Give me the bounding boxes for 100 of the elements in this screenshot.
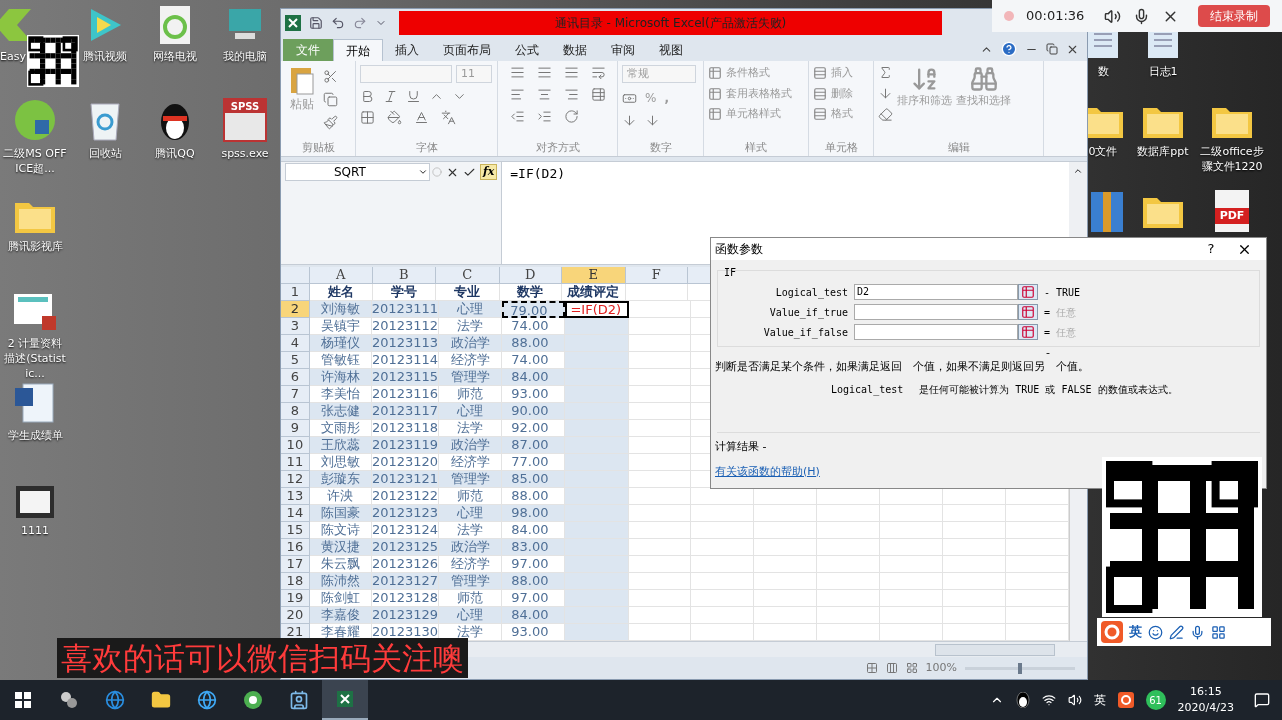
save-icon[interactable]	[309, 16, 323, 30]
page-layout-icon[interactable]	[885, 662, 898, 674]
row-header[interactable]: 15	[281, 522, 310, 539]
row-header[interactable]: 12	[281, 471, 310, 488]
undo-icon[interactable]	[331, 16, 345, 30]
row-header[interactable]: 13	[281, 488, 310, 505]
table-cell: 97.00	[502, 590, 566, 607]
argument-name: Logical_test	[831, 382, 904, 397]
horizontal-scrollbar[interactable]	[935, 643, 1055, 656]
normal-view-icon[interactable]	[865, 662, 878, 674]
page-break-icon[interactable]	[905, 662, 918, 674]
help-button[interactable]: ?	[1196, 239, 1226, 259]
name-box-caret-icon[interactable]	[418, 167, 428, 177]
row-header[interactable]: 18	[281, 573, 310, 590]
emoji-icon[interactable]	[1148, 624, 1163, 640]
row-header[interactable]: 11	[281, 454, 310, 471]
column-header[interactable]: F	[625, 267, 689, 284]
table-cell: 20123121	[371, 471, 440, 488]
column-header[interactable]: A	[310, 267, 373, 284]
desktop-icon-label[interactable]: 网络电视	[153, 49, 197, 64]
argument-field[interactable]: D2	[854, 284, 1018, 300]
network-icon[interactable]	[1041, 693, 1056, 707]
row-header[interactable]: 1	[281, 284, 310, 301]
desktop-icon-label[interactable]: 日志1	[1148, 64, 1178, 79]
desktop-icon-label[interactable]: spss.exe	[221, 146, 269, 161]
row-header[interactable]: 2	[281, 301, 310, 318]
desktop-icon-label[interactable]: 腾讯QQ	[155, 146, 195, 161]
table-cell: 84.00	[502, 607, 566, 624]
taskbar-app[interactable]	[322, 680, 368, 720]
scroll-up-icon[interactable]	[1073, 166, 1083, 176]
desktop-icon-label[interactable]: 学生成绩单	[7, 428, 63, 443]
desktop-icon-label[interactable]: 腾讯影视库	[7, 239, 63, 254]
desktop-icon-label[interactable]: 数	[1097, 64, 1109, 79]
table-cell	[690, 522, 754, 539]
table-cell	[690, 590, 754, 607]
collapse-dialog-icon[interactable]	[1018, 324, 1038, 340]
desktop-icon-label[interactable]: 二级MS OFFICE超...	[3, 146, 67, 176]
row-header[interactable]: 16	[281, 539, 310, 556]
row-header[interactable]: 8	[281, 403, 310, 420]
collapse-dialog-icon[interactable]	[1018, 304, 1038, 320]
table-cell: 90.00	[502, 403, 566, 420]
redo-icon[interactable]	[353, 16, 367, 30]
row-header[interactable]: 3	[281, 318, 310, 335]
table-cell: 77.00	[502, 454, 566, 471]
desktop-icon-label[interactable]: Easy	[0, 49, 26, 64]
stop-recording-button[interactable]: 结束录制	[1198, 5, 1270, 27]
column-header[interactable]: E	[562, 267, 626, 284]
ribbon-tab[interactable]: 插入	[383, 39, 431, 61]
column-header[interactable]: B	[372, 267, 436, 284]
desktop-icon-label[interactable]: 回收站	[88, 146, 122, 161]
desktop-icon-label[interactable]: 数据库ppt	[1137, 144, 1189, 159]
row-header[interactable]: 6	[281, 369, 310, 386]
ribbon-tab[interactable]: 公式	[503, 39, 551, 61]
input-language[interactable]: 英	[1093, 691, 1106, 709]
table-cell: 法学	[439, 420, 503, 437]
spreadsheet-logo-icon	[285, 15, 301, 31]
help-link[interactable]: 有关该函数的帮助(H)	[711, 463, 824, 480]
ribbon-tab[interactable]: 数据	[551, 39, 599, 61]
desktop-icon-label[interactable]: 1111	[21, 523, 49, 538]
collapse-dialog-icon[interactable]	[1018, 284, 1038, 300]
table-cell: 84.00	[502, 522, 566, 539]
row-header[interactable]: 7	[281, 386, 310, 403]
insert-function-button[interactable]: fx	[480, 164, 498, 180]
ribbon-tab[interactable]: 开始	[333, 39, 383, 61]
row-header[interactable]: 20	[281, 607, 310, 624]
argument-field[interactable]	[854, 304, 1018, 320]
argument-field[interactable]	[854, 324, 1018, 340]
argument-sign: =	[1044, 305, 1052, 320]
active-cell[interactable]: =IF(D2)	[565, 301, 630, 318]
table-cell: 20123114	[371, 352, 440, 369]
toolbox-icon[interactable]	[1211, 624, 1226, 640]
desktop-icon-label[interactable]: 0文件	[1088, 144, 1118, 159]
speaker-icon[interactable]	[1104, 7, 1122, 25]
name-box[interactable]: SQRT	[285, 163, 430, 181]
input-mode[interactable]: 英	[1129, 622, 1142, 642]
help-icon[interactable]	[1001, 41, 1017, 57]
notifications-icon[interactable]	[1254, 692, 1270, 708]
ribbon-tab[interactable]: 视图	[647, 39, 695, 61]
table-cell: 20123116	[371, 386, 440, 403]
column-header[interactable]: D	[499, 267, 563, 284]
desktop-icon-label[interactable]: 二级office步骤文件1220	[1200, 144, 1264, 174]
zoom-slider-thumb[interactable]	[1018, 662, 1022, 674]
row-header[interactable]: 14	[281, 505, 310, 522]
ribbon-tab[interactable]: 页面布局	[431, 39, 503, 61]
row-header[interactable]: 9	[281, 420, 310, 437]
desktop-icon-label[interactable]: 2 计量资料描述(Statistic...	[3, 336, 67, 381]
ribbon-tab[interactable]: 审阅	[599, 39, 647, 61]
volume-icon[interactable]	[1067, 693, 1082, 707]
row-header[interactable]: 5	[281, 352, 310, 369]
desktop-icon-label[interactable]: 腾讯视频	[83, 49, 127, 64]
restore-icon[interactable]	[1046, 43, 1058, 55]
handwriting-icon[interactable]	[1169, 624, 1184, 640]
row-header[interactable]: 17	[281, 556, 310, 573]
desktop-icon-label[interactable]: 我的电脑	[223, 49, 267, 64]
row-header[interactable]: 19	[281, 590, 310, 607]
column-header[interactable]: C	[436, 267, 500, 284]
row-header[interactable]: 10	[281, 437, 310, 454]
table-cell: 师范	[439, 590, 503, 607]
row-header[interactable]: 4	[281, 335, 310, 352]
microphone-icon[interactable]	[1190, 624, 1205, 640]
